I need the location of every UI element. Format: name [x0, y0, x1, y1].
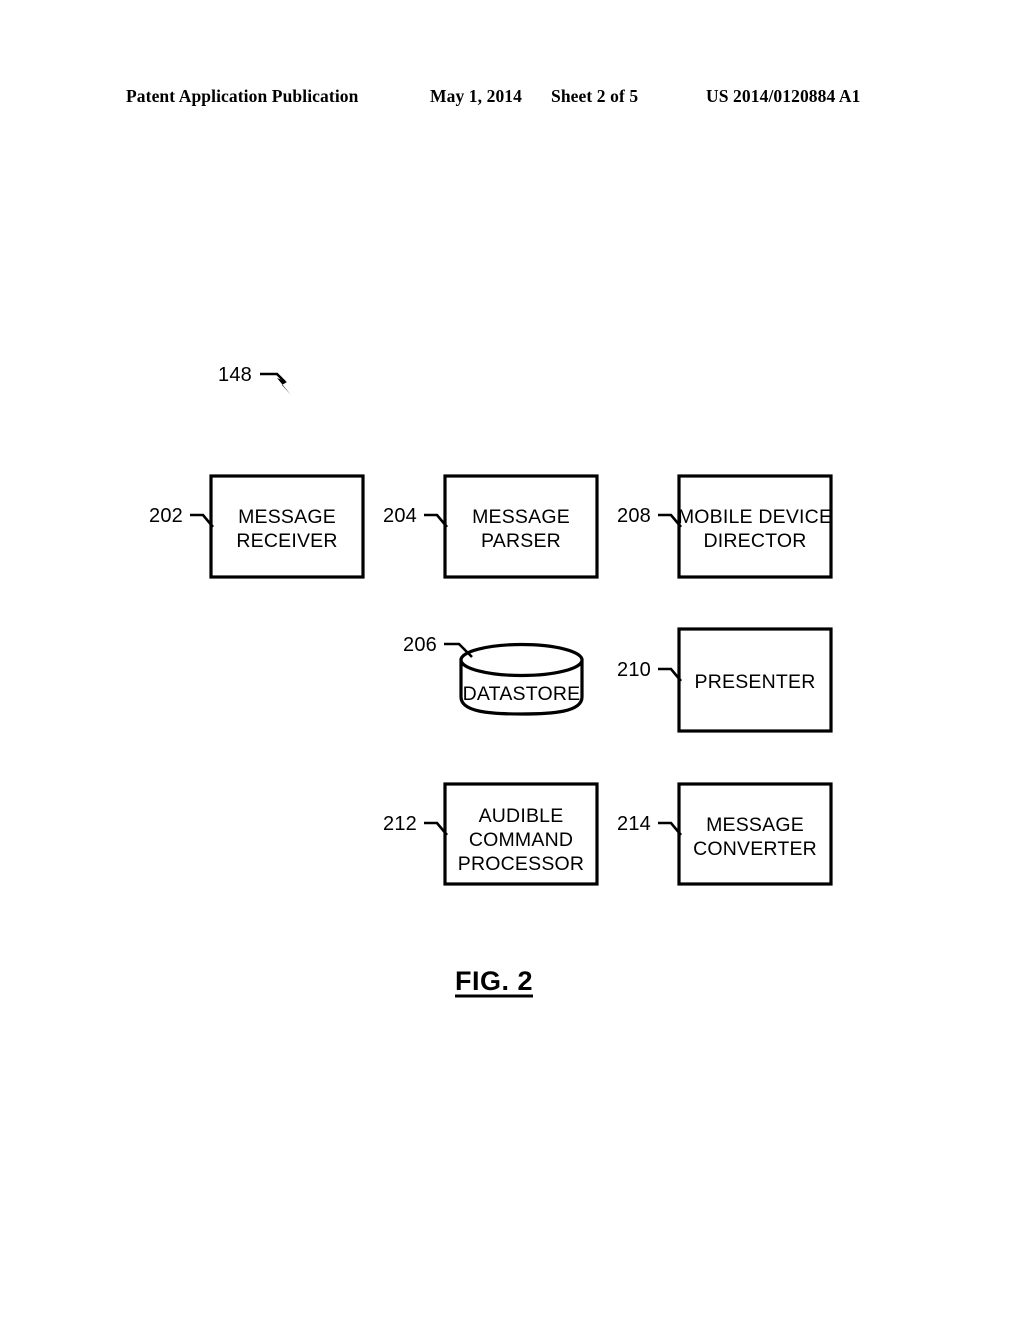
box-208-label-line-1: MOBILE DEVICE [678, 506, 832, 528]
box-212-label-line-2: COMMAND [469, 829, 573, 851]
ref-number-208: 208 [617, 505, 651, 527]
patent-figure: 148 MESSAGE RECEIVER 202 MESSAGE PARSER … [0, 0, 1024, 1320]
component-message-receiver[interactable]: MESSAGE RECEIVER 202 [149, 474, 365, 579]
figure-caption: FIG. 2 [455, 966, 533, 998]
component-message-converter[interactable]: MESSAGE CONVERTER 214 [617, 782, 833, 886]
ref-number-206: 206 [403, 634, 437, 656]
component-datastore[interactable]: DATASTORE 206 [403, 634, 584, 716]
box-212-label-line-1: AUDIBLE [479, 805, 564, 827]
box-202-label-line-2: RECEIVER [236, 530, 337, 552]
component-audible-command-processor[interactable]: AUDIBLE COMMAND PROCESSOR 212 [383, 782, 599, 886]
box-214-label-line-2: CONVERTER [693, 838, 817, 860]
ref-number-210: 210 [617, 659, 651, 681]
box-204-label-line-2: PARSER [481, 530, 561, 552]
box-208-label-line-2: DIRECTOR [703, 530, 806, 552]
ref-number-214: 214 [617, 813, 651, 835]
component-message-parser[interactable]: MESSAGE PARSER 204 [383, 474, 599, 579]
box-214-label-line-1: MESSAGE [706, 814, 804, 836]
datastore-label: DATASTORE [463, 683, 581, 705]
ref-number-204: 204 [383, 505, 417, 527]
box-212-label-line-3: PROCESSOR [458, 853, 584, 875]
component-presenter[interactable]: PRESENTER 210 [617, 627, 833, 733]
box-210-label-line-1: PRESENTER [695, 671, 816, 693]
ref-number-202: 202 [149, 505, 183, 527]
component-mobile-device-director[interactable]: MOBILE DEVICE DIRECTOR 208 [617, 474, 833, 579]
datastore-cylinder-top[interactable] [459, 642, 584, 678]
box-202-label-line-1: MESSAGE [238, 506, 336, 528]
system-reference-148: 148 [218, 364, 291, 395]
box-204-label-line-1: MESSAGE [472, 506, 570, 528]
ref-number-212: 212 [383, 813, 417, 835]
block-diagram: 148 MESSAGE RECEIVER 202 MESSAGE PARSER … [149, 364, 833, 998]
ref-number-148: 148 [218, 364, 252, 386]
figure-caption-text: FIG. 2 [455, 966, 533, 996]
